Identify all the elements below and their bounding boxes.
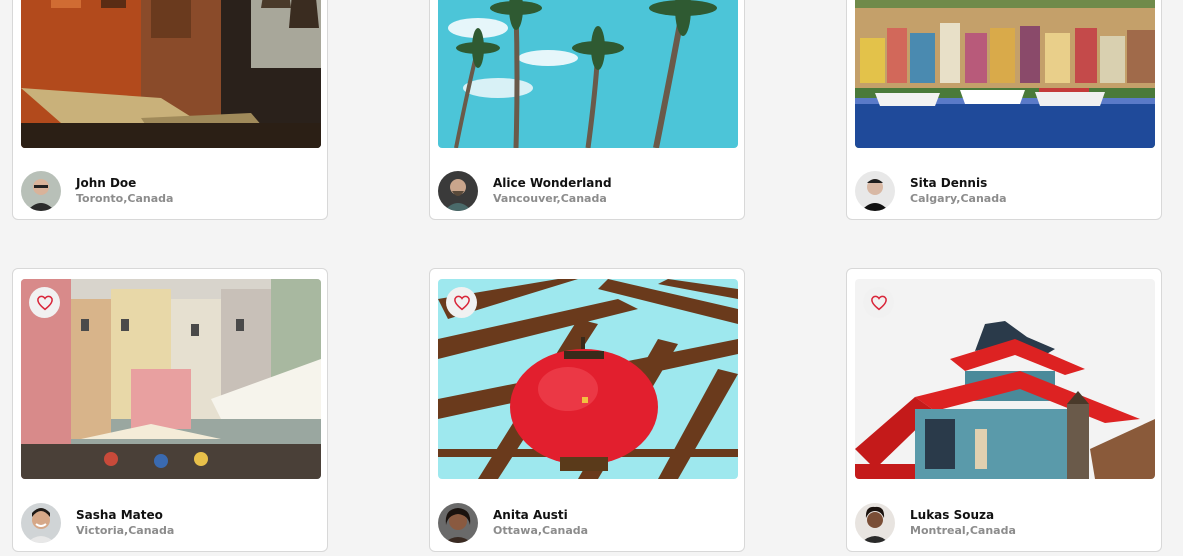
author-name[interactable]: Anita Austi (493, 507, 588, 523)
author-name[interactable]: Lukas Souza (910, 507, 1016, 523)
avatar[interactable] (438, 171, 478, 211)
heart-icon (870, 295, 887, 310)
photo-card[interactable]: Sasha Mateo Victoria,Canada (12, 268, 328, 552)
avatar[interactable] (855, 171, 895, 211)
author-row: Lukas Souza Montreal,Canada (855, 503, 1016, 543)
author-info: Anita Austi Ottawa,Canada (493, 507, 588, 539)
author-row: Alice Wonderland Vancouver,Canada (438, 171, 612, 211)
author-info: Lukas Souza Montreal,Canada (910, 507, 1016, 539)
author-info: John Doe Toronto,Canada (76, 175, 173, 207)
author-name[interactable]: Alice Wonderland (493, 175, 612, 191)
heart-icon (453, 295, 470, 310)
author-info: Sita Dennis Calgary,Canada (910, 175, 1007, 207)
city-balconies-photo[interactable] (21, 0, 321, 148)
photo-card[interactable]: Alice Wonderland Vancouver,Canada (429, 0, 745, 220)
like-button[interactable] (29, 287, 60, 318)
author-row: Anita Austi Ottawa,Canada (438, 503, 588, 543)
red-lantern-photo[interactable] (438, 279, 738, 479)
author-name[interactable]: Sita Dennis (910, 175, 1007, 191)
author-location: Montreal,Canada (910, 524, 1016, 537)
author-info: Alice Wonderland Vancouver,Canada (493, 175, 612, 207)
author-location: Victoria,Canada (76, 524, 175, 537)
photo-card[interactable]: Lukas Souza Montreal,Canada (846, 268, 1162, 552)
pagoda-roof-photo[interactable] (855, 279, 1155, 479)
author-row: Sasha Mateo Victoria,Canada (21, 503, 174, 543)
avatar[interactable] (855, 503, 895, 543)
avatar[interactable] (21, 171, 61, 211)
avatar[interactable] (438, 503, 478, 543)
photo-card[interactable]: Anita Austi Ottawa,Canada (429, 268, 745, 552)
author-location: Vancouver,Canada (493, 192, 607, 205)
heart-icon (36, 295, 53, 310)
avatar[interactable] (21, 503, 61, 543)
photo-card[interactable]: Sita Dennis Calgary,Canada (846, 0, 1162, 220)
author-location: Calgary,Canada (910, 192, 1007, 205)
coastal-village-photo[interactable] (21, 279, 321, 479)
author-location: Ottawa,Canada (493, 524, 589, 537)
photo-card[interactable]: John Doe Toronto,Canada (12, 0, 328, 220)
palm-trees-sky-photo[interactable] (438, 0, 738, 148)
author-name[interactable]: John Doe (76, 175, 173, 191)
author-name[interactable]: Sasha Mateo (76, 507, 174, 523)
author-row: John Doe Toronto,Canada (21, 171, 173, 211)
photo-grid: John Doe Toronto,Canada Alice Wonderland… (0, 0, 1183, 556)
like-button[interactable] (863, 287, 894, 318)
like-button[interactable] (446, 287, 477, 318)
harbor-town-photo[interactable] (855, 0, 1155, 148)
author-location: Toronto,Canada (76, 192, 174, 205)
author-row: Sita Dennis Calgary,Canada (855, 171, 1007, 211)
author-info: Sasha Mateo Victoria,Canada (76, 507, 174, 539)
